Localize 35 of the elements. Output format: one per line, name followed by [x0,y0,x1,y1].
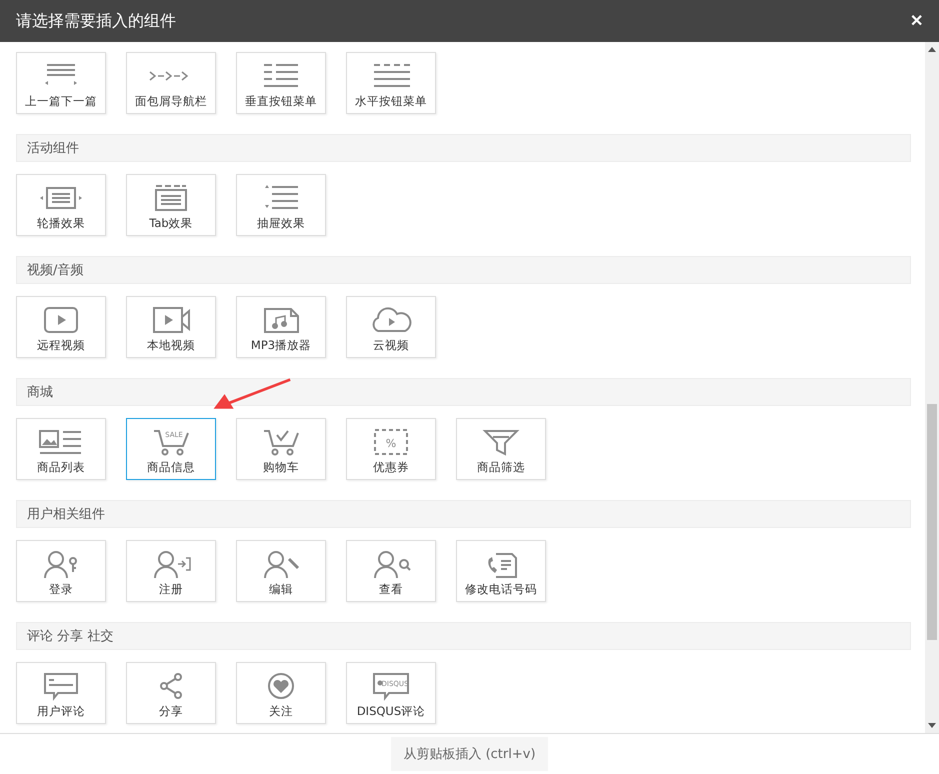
component-tile[interactable]: 商品列表 [16,418,106,480]
component-tile[interactable]: 水平按钮菜单 [346,52,436,114]
component-tile[interactable]: 轮播效果 [16,174,106,236]
component-tile[interactable]: 修改电话号码 [456,540,546,602]
component-tile[interactable]: 本地视频 [126,296,216,358]
component-tile[interactable]: Tab效果 [126,174,216,236]
component-tile[interactable]: 登录 [16,540,106,602]
component-tile[interactable]: 编辑 [236,540,326,602]
component-tile[interactable]: MP3播放器 [236,296,326,358]
component-tile[interactable]: 购物车 [236,418,326,480]
component-tile[interactable]: % 优惠券 [346,418,436,480]
paste-button[interactable]: 从剪贴板插入 (ctrl+v) [391,737,548,771]
window-title: 请选择需要插入的组件 [16,10,176,32]
scroll-down-icon[interactable] [928,723,936,728]
component-tile[interactable]: 垂直按钮菜单 [236,52,326,114]
component-tile[interactable]: 远程视频 [16,296,106,358]
scrollbar[interactable] [925,42,939,733]
component-tile[interactable]: 注册 [126,540,216,602]
section-title: 视频/音频 [27,262,84,279]
component-tile[interactable]: 上一篇下一篇 [16,52,106,114]
close-button[interactable]: ✕ [908,11,925,31]
component-tile[interactable]: 抽屉效果 [236,174,326,236]
component-tile[interactable]: 商品筛选 [456,418,546,480]
component-tile[interactable]: 关注 [236,662,326,724]
section-title: 活动组件 [27,140,79,157]
component-tile[interactable]: 云视频 [346,296,436,358]
section-title: 评论 分享 社交 [27,628,114,645]
section-title: 用户相关组件 [27,506,105,523]
scroll-up-icon[interactable] [928,47,936,52]
component-tile[interactable]: 面包屑导航栏 [126,52,216,114]
scrollbar-thumb[interactable] [927,404,937,640]
section-title: 商城 [27,384,53,401]
component-tile[interactable]: 用户评论 [16,662,106,724]
component-tile[interactable]: 查看 [346,540,436,602]
component-tile[interactable]: 分享 [126,662,216,724]
